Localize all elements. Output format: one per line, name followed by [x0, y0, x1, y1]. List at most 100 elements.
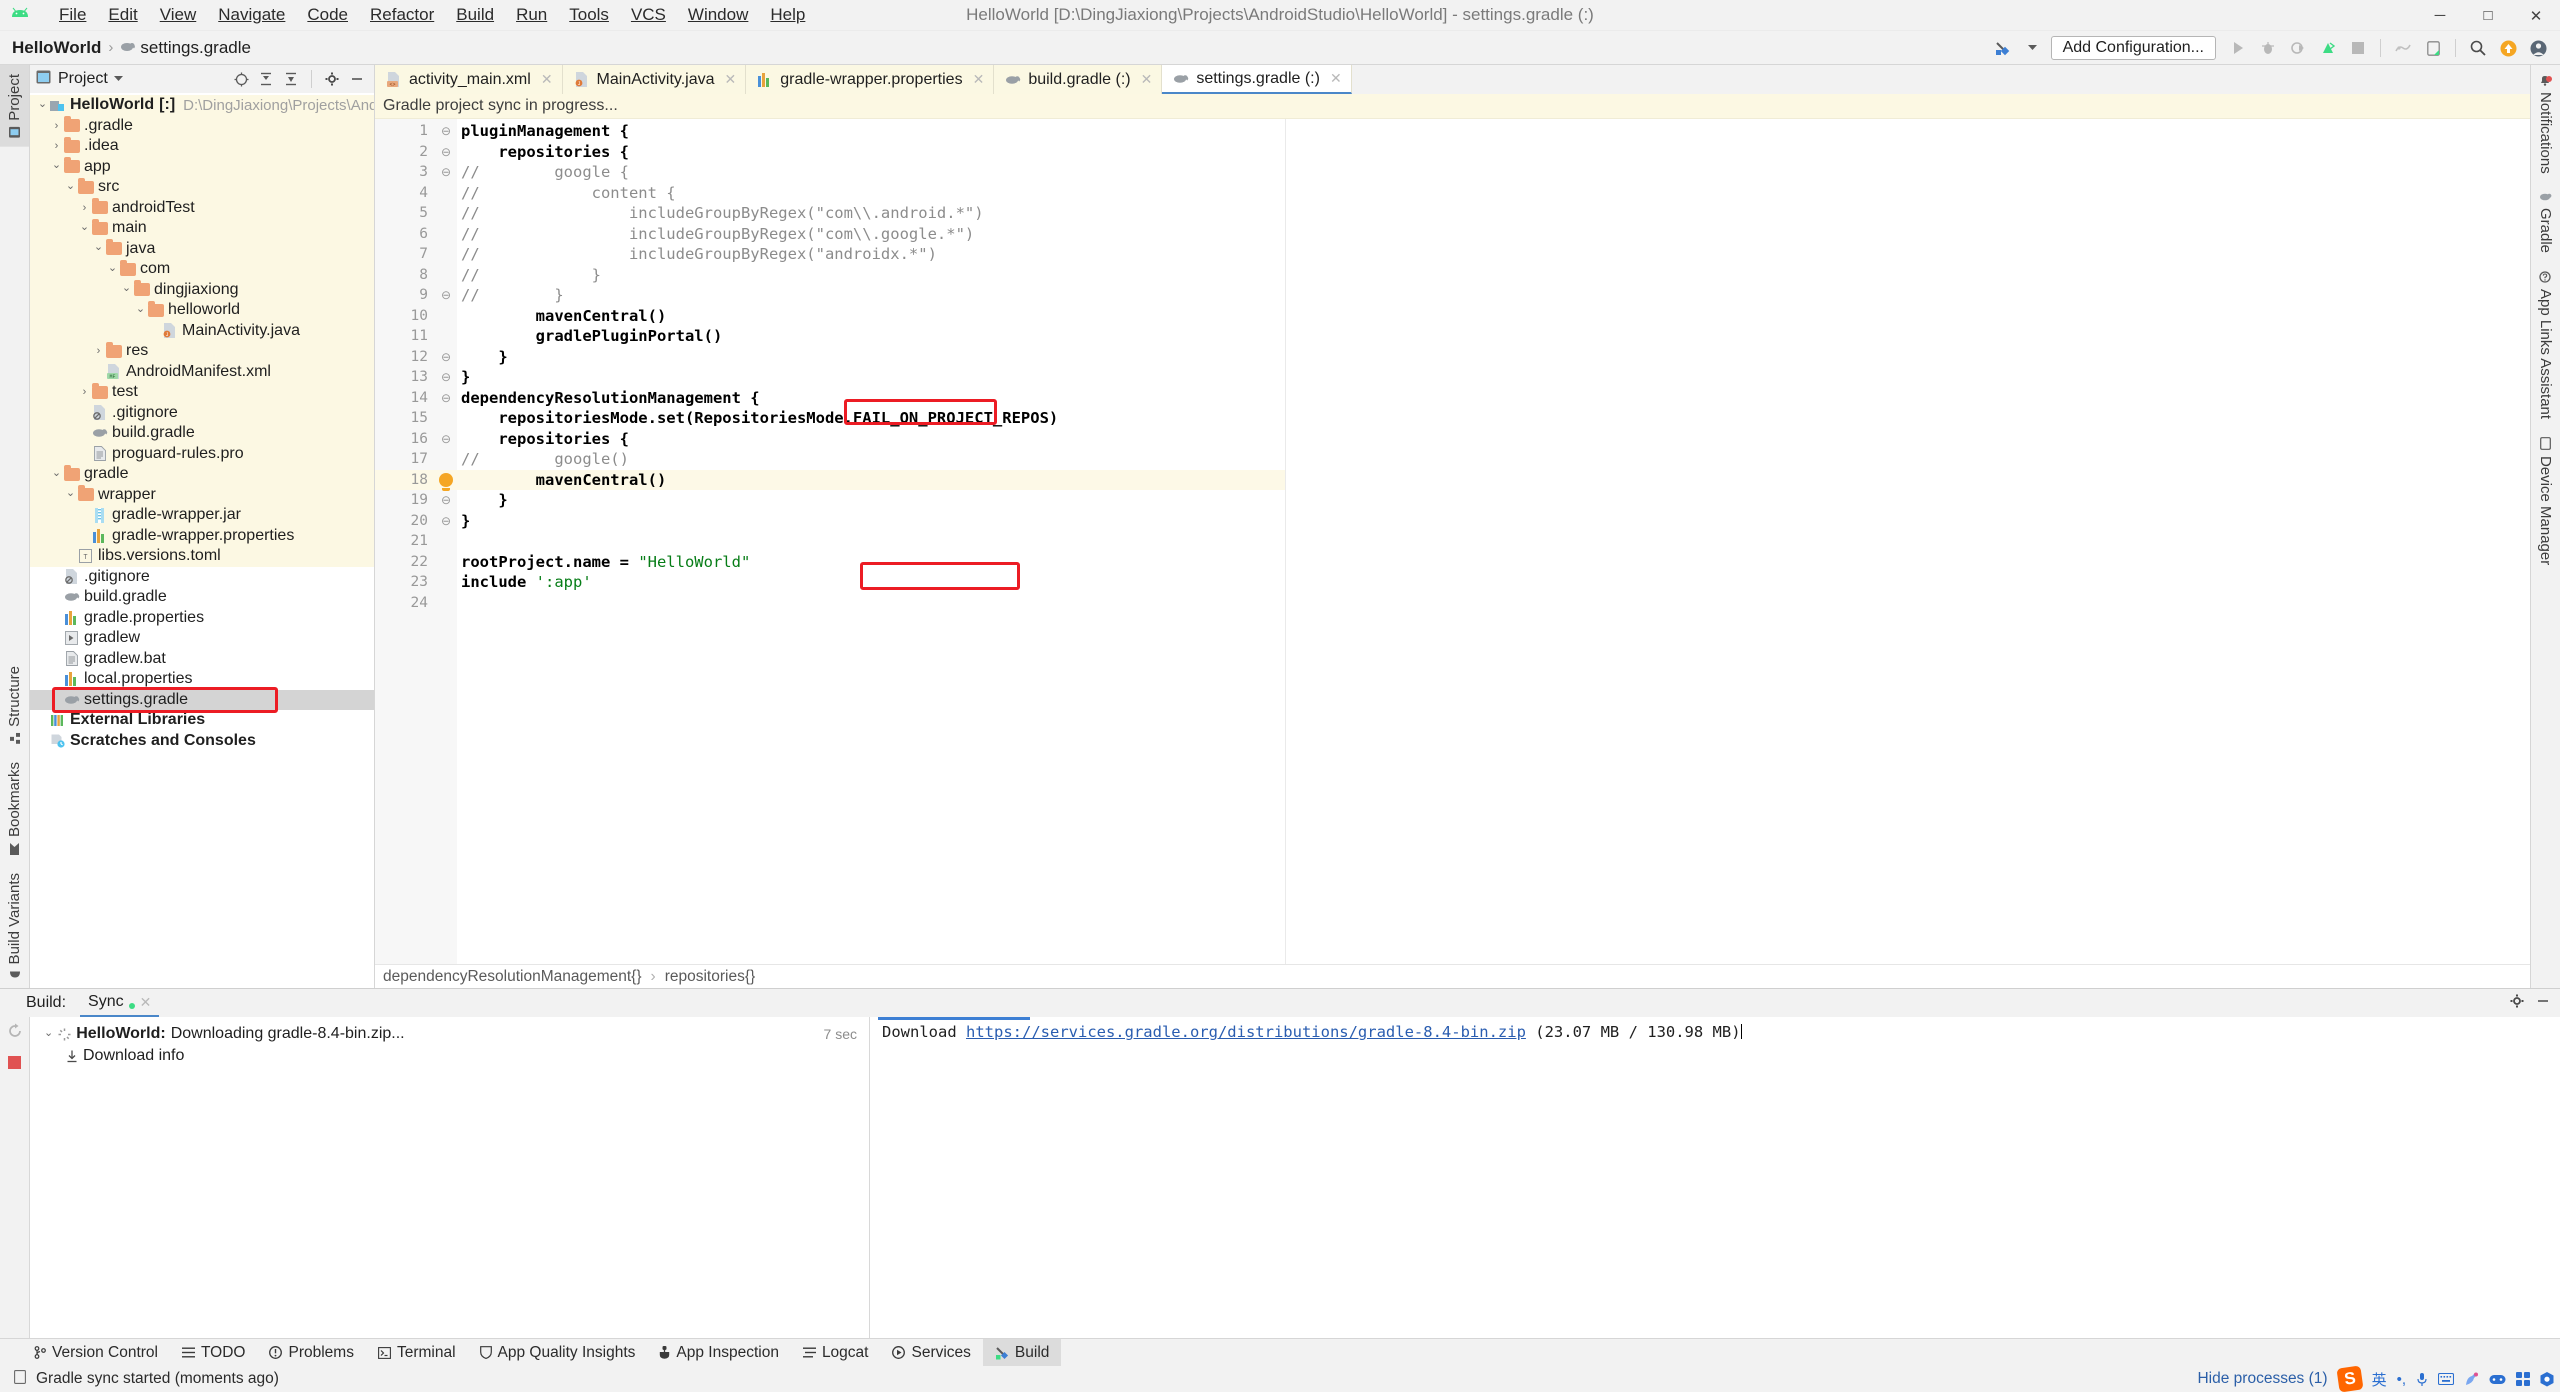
- build-dropdown-chevron-icon[interactable]: [2019, 34, 2047, 62]
- tree-item-settings-gradle[interactable]: settings.gradle: [30, 689, 374, 710]
- code-fold-icon[interactable]: ⊖: [435, 142, 457, 163]
- code-line[interactable]: repositoriesMode.set(RepositoriesMode.FA…: [457, 408, 1285, 429]
- code-line[interactable]: // google {: [457, 162, 1285, 183]
- breadcrumb-current-file[interactable]: settings.gradle: [140, 38, 251, 58]
- chevron-down-icon[interactable]: ⌄: [64, 179, 77, 192]
- tool-window-build[interactable]: Build: [982, 1338, 1062, 1367]
- rail-item-app-links-assistant[interactable]: App Links Assistant: [2531, 262, 2560, 428]
- debug-icon[interactable]: [2254, 34, 2282, 62]
- tool-window-logcat[interactable]: Logcat: [791, 1339, 881, 1367]
- tree-item-mainactivity-java[interactable]: J MainActivity.java: [30, 320, 374, 341]
- code-line[interactable]: // content {: [457, 183, 1285, 204]
- tool-window-app-quality-insights[interactable]: App Quality Insights: [468, 1339, 648, 1367]
- code-line[interactable]: // includeGroupByRegex("com\\.android.*"…: [457, 203, 1285, 224]
- tree-item-build-gradle[interactable]: build.gradle: [30, 423, 374, 444]
- breadcrumb-repositories[interactable]: repositories{}: [665, 968, 755, 986]
- editor-fold-column[interactable]: ⊖ ⊖ ⊖ ⊖ ⊖ ⊖ ⊖ ⊖ ⊖ ⊖: [435, 119, 457, 964]
- project-tree[interactable]: ⌄ HelloWorld [:] D:\DingJiaxiong\Projects\A…: [30, 93, 374, 988]
- build-hide-icon[interactable]: [2536, 993, 2550, 1013]
- tree-item-libs-versions-toml[interactable]: Tlibs.versions.toml: [30, 546, 374, 567]
- build-event-row[interactable]: Download info: [30, 1045, 869, 1067]
- tree-item-gradle-wrapper-properties[interactable]: gradle-wrapper.properties: [30, 525, 374, 546]
- main-menu[interactable]: File Edit View Navigate Code Refactor Bu…: [48, 2, 816, 28]
- tool-window-problems[interactable]: Problems: [257, 1339, 365, 1367]
- editor-tab-close-icon[interactable]: ✕: [1330, 70, 1342, 87]
- editor-tab-close-icon[interactable]: ✕: [725, 71, 737, 88]
- tree-item-build-gradle[interactable]: build.gradle: [30, 587, 374, 608]
- code-line[interactable]: }: [457, 347, 1285, 368]
- tree-item-gitignore[interactable]: .gitignore: [30, 402, 374, 423]
- rerun-sync-icon[interactable]: [7, 1023, 23, 1044]
- menu-item-file[interactable]: File: [48, 2, 97, 28]
- add-configuration-button[interactable]: Add Configuration...: [2050, 36, 2216, 60]
- code-fold-icon[interactable]: ⊖: [435, 285, 457, 306]
- menu-item-run[interactable]: Run: [505, 2, 558, 28]
- menu-item-vcs[interactable]: VCS: [620, 2, 677, 28]
- sogou-ime-icon[interactable]: S: [2336, 1365, 2364, 1392]
- code-line[interactable]: // }: [457, 265, 1285, 286]
- tree-item-helloworld[interactable]: ⌄ HelloWorld [:] D:\DingJiaxiong\Projects\A…: [30, 95, 374, 116]
- chevron-down-icon[interactable]: ⌄: [44, 1026, 53, 1039]
- editor-tab-close-icon[interactable]: ✕: [541, 71, 553, 88]
- code-line[interactable]: // google(): [457, 449, 1285, 470]
- code-line[interactable]: dependencyResolutionManagement {: [457, 388, 1285, 409]
- chevron-right-icon[interactable]: ›: [78, 386, 91, 398]
- chevron-down-icon[interactable]: ⌄: [36, 97, 49, 110]
- tool-window-bar[interactable]: Version Control TODO Problems Terminal App Q…: [0, 1338, 2560, 1367]
- ime-microphone-icon[interactable]: [2416, 1372, 2428, 1387]
- gear-icon[interactable]: [321, 68, 343, 90]
- build-hammer-icon[interactable]: [1989, 34, 2017, 62]
- chevron-down-icon[interactable]: ⌄: [106, 261, 119, 274]
- tool-window-version-control[interactable]: Version Control: [22, 1339, 170, 1367]
- chevron-down-icon[interactable]: ⌄: [134, 302, 147, 315]
- code-line[interactable]: // }: [457, 285, 1285, 306]
- ime-settings-icon[interactable]: [2540, 1371, 2554, 1387]
- editor-tab-mainactivity-java[interactable]: J MainActivity.java ✕: [562, 65, 747, 94]
- ime-language-icon[interactable]: 英: [2372, 1369, 2387, 1390]
- menu-item-help[interactable]: Help: [759, 2, 816, 28]
- stop-build-icon[interactable]: [8, 1054, 21, 1074]
- tree-item-helloworld[interactable]: ⌄ helloworld: [30, 300, 374, 321]
- tree-item-gradlew-bat[interactable]: gradlew.bat: [30, 649, 374, 670]
- menu-item-window[interactable]: Window: [677, 2, 759, 28]
- code-line[interactable]: repositories {: [457, 429, 1285, 450]
- account-avatar-icon[interactable]: [2524, 34, 2552, 62]
- tree-item-scratches-and-consoles[interactable]: Scratches and Consoles: [30, 731, 374, 752]
- code-fold-icon[interactable]: ⊖: [435, 367, 457, 388]
- build-console[interactable]: Download https://services.gradle.org/dis…: [870, 1017, 2560, 1338]
- tree-item-gradle[interactable]: ⌄ gradle: [30, 464, 374, 485]
- expand-all-icon[interactable]: [255, 68, 277, 90]
- tree-item-gradlew[interactable]: gradlew: [30, 628, 374, 649]
- rail-item-device-manager[interactable]: Device Manager: [2531, 428, 2560, 574]
- breadcrumb-dependency-resolution[interactable]: dependencyResolutionManagement{}: [383, 968, 642, 986]
- update-available-icon[interactable]: [2494, 34, 2522, 62]
- rail-item-build-variants[interactable]: Build Variants: [0, 864, 29, 988]
- menu-item-code[interactable]: Code: [296, 2, 359, 28]
- rail-item-notifications[interactable]: Notifications: [2531, 65, 2560, 183]
- chevron-down-icon[interactable]: ⌄: [92, 240, 105, 253]
- ime-punctuation-icon[interactable]: •,: [2397, 1371, 2406, 1388]
- chevron-down-icon[interactable]: ⌄: [50, 466, 63, 479]
- tree-item-gradle-properties[interactable]: gradle.properties: [30, 608, 374, 629]
- code-line[interactable]: mavenCentral(): [457, 306, 1285, 327]
- device-manager-icon[interactable]: [2419, 34, 2447, 62]
- tree-item-wrapper[interactable]: ⌄ wrapper: [30, 484, 374, 505]
- tool-window-services[interactable]: Services: [880, 1339, 982, 1367]
- editor-tab-close-icon[interactable]: ✕: [973, 71, 985, 88]
- tree-item-idea[interactable]: › .idea: [30, 136, 374, 157]
- window-controls[interactable]: ─ □ ✕: [2416, 0, 2560, 31]
- code-line[interactable]: [457, 531, 1285, 552]
- minimize-button[interactable]: ─: [2416, 0, 2464, 31]
- code-line[interactable]: // includeGroupByRegex("androidx.*"): [457, 244, 1285, 265]
- code-fold-icon[interactable]: ⊖: [435, 490, 457, 511]
- rail-item-gradle[interactable]: Gradle: [2531, 183, 2560, 262]
- editor-tab-settings-gradle[interactable]: settings.gradle (:) ✕: [1162, 65, 1352, 94]
- code-fold-icon[interactable]: ⊖: [435, 347, 457, 368]
- breadcrumb-project[interactable]: HelloWorld: [12, 38, 101, 58]
- console-download-link[interactable]: https://services.gradle.org/distribution…: [966, 1023, 1526, 1041]
- code-line[interactable]: gradlePluginPortal(): [457, 326, 1285, 347]
- tree-item-local-properties[interactable]: local.properties: [30, 669, 374, 690]
- chevron-right-icon[interactable]: ›: [92, 345, 105, 357]
- rail-item-project[interactable]: Project: [0, 65, 29, 147]
- editor-code[interactable]: pluginManagement { repositories {// goog…: [457, 119, 1285, 964]
